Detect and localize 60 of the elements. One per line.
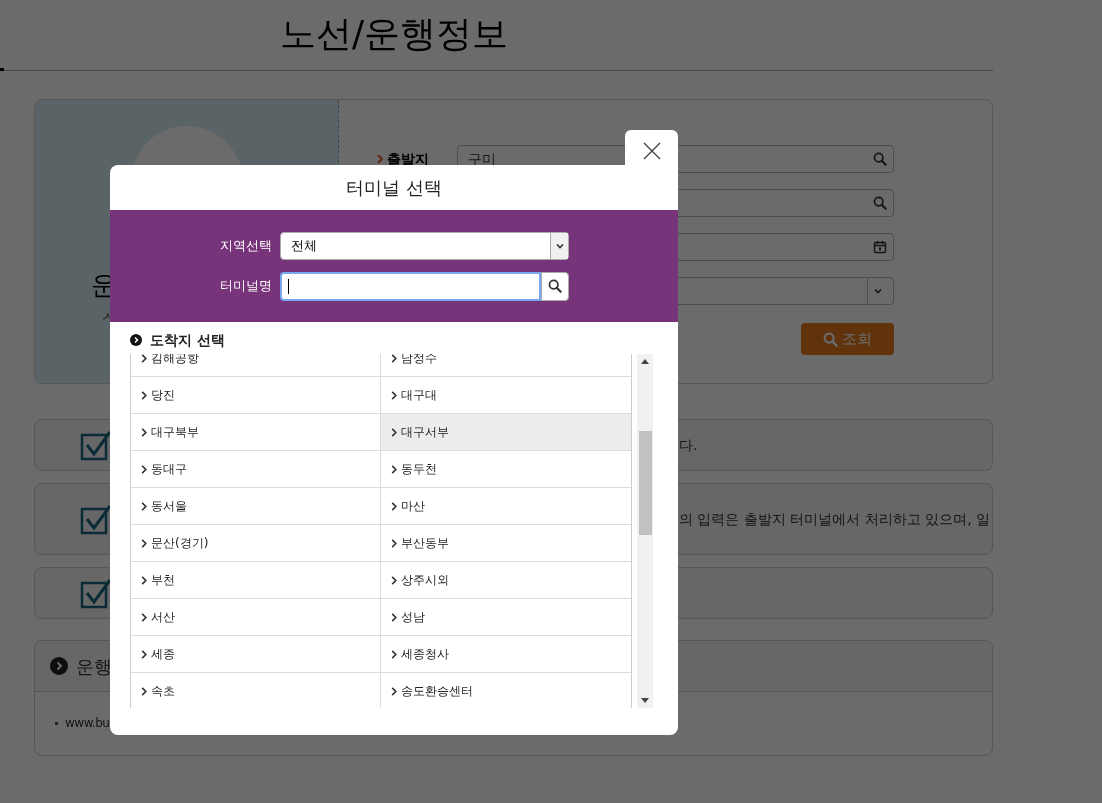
terminal-item[interactable]: 대구북부 <box>131 414 381 451</box>
search-icon <box>873 152 887 166</box>
close-icon <box>642 142 661 160</box>
bullet-icon <box>55 721 58 725</box>
region-select[interactable]: 전체 <box>280 231 569 260</box>
chevron-icon <box>141 575 147 585</box>
chevron-icon <box>391 575 397 585</box>
chevron-icon <box>141 427 147 437</box>
calendar-icon <box>873 240 887 254</box>
terminal-item[interactable]: 서산 <box>131 599 381 636</box>
terminal-item[interactable]: 문산(경기) <box>131 525 381 562</box>
terminal-item[interactable]: 당진 <box>131 377 381 414</box>
checkbox-icon <box>80 429 112 461</box>
chevron-icon <box>391 501 397 511</box>
section-title: 도착지 선택 <box>150 330 225 350</box>
search-button[interactable] <box>541 271 569 301</box>
chevron-icon <box>377 154 383 164</box>
chevron-icon <box>141 501 147 511</box>
notice-text: 다. <box>679 435 698 455</box>
chevron-icon <box>391 686 397 696</box>
scrollbar[interactable] <box>637 354 653 708</box>
field-label: 터미널명 <box>219 277 272 296</box>
chevron-icon <box>141 390 147 400</box>
chevron-icon <box>391 427 397 437</box>
arrow-circle-icon <box>50 657 68 675</box>
info-title: 운행 <box>76 654 112 679</box>
text-cursor <box>288 278 289 294</box>
chevron-icon <box>391 464 397 474</box>
chevron-icon <box>141 538 147 548</box>
page-title: 노선/운행정보 <box>280 16 509 52</box>
checkbox-icon <box>80 577 112 609</box>
checkbox-icon <box>80 503 112 535</box>
field-label: 지역선택 <box>219 236 272 255</box>
scrollbar-thumb[interactable] <box>638 431 652 535</box>
chevron-icon <box>391 354 397 363</box>
terminal-item[interactable]: 부천 <box>131 562 381 599</box>
chevron-down-icon <box>550 232 568 259</box>
terminal-item[interactable]: 동서울 <box>131 488 381 525</box>
chevron-icon <box>141 354 147 363</box>
modal-title: 터미널 선택 <box>346 176 442 200</box>
terminal-item[interactable]: 대구서부 <box>381 414 631 451</box>
chevron-icon <box>141 612 147 622</box>
chevron-icon <box>391 612 397 622</box>
search-icon <box>873 196 887 210</box>
notice-text: 의 입력은 출발지 터미널에서 처리하고 있으며, 일 <box>679 509 991 529</box>
chevron-icon <box>391 390 397 400</box>
chevron-icon <box>141 649 147 659</box>
terminal-item[interactable]: 세종 <box>131 636 381 673</box>
up-arrow-icon <box>641 359 649 364</box>
search-icon <box>823 331 838 347</box>
chevron-icon <box>391 538 397 548</box>
arrow-circle-icon <box>130 334 142 346</box>
down-arrow-icon <box>641 698 649 703</box>
terminal-name-field[interactable] <box>280 271 541 301</box>
info-item: www.bu <box>65 715 110 732</box>
chevron-icon <box>141 464 147 474</box>
terminal-item[interactable]: 동대구 <box>131 451 381 488</box>
search-icon <box>548 279 562 293</box>
chevron-icon <box>141 686 147 696</box>
chevron-icon <box>391 649 397 659</box>
